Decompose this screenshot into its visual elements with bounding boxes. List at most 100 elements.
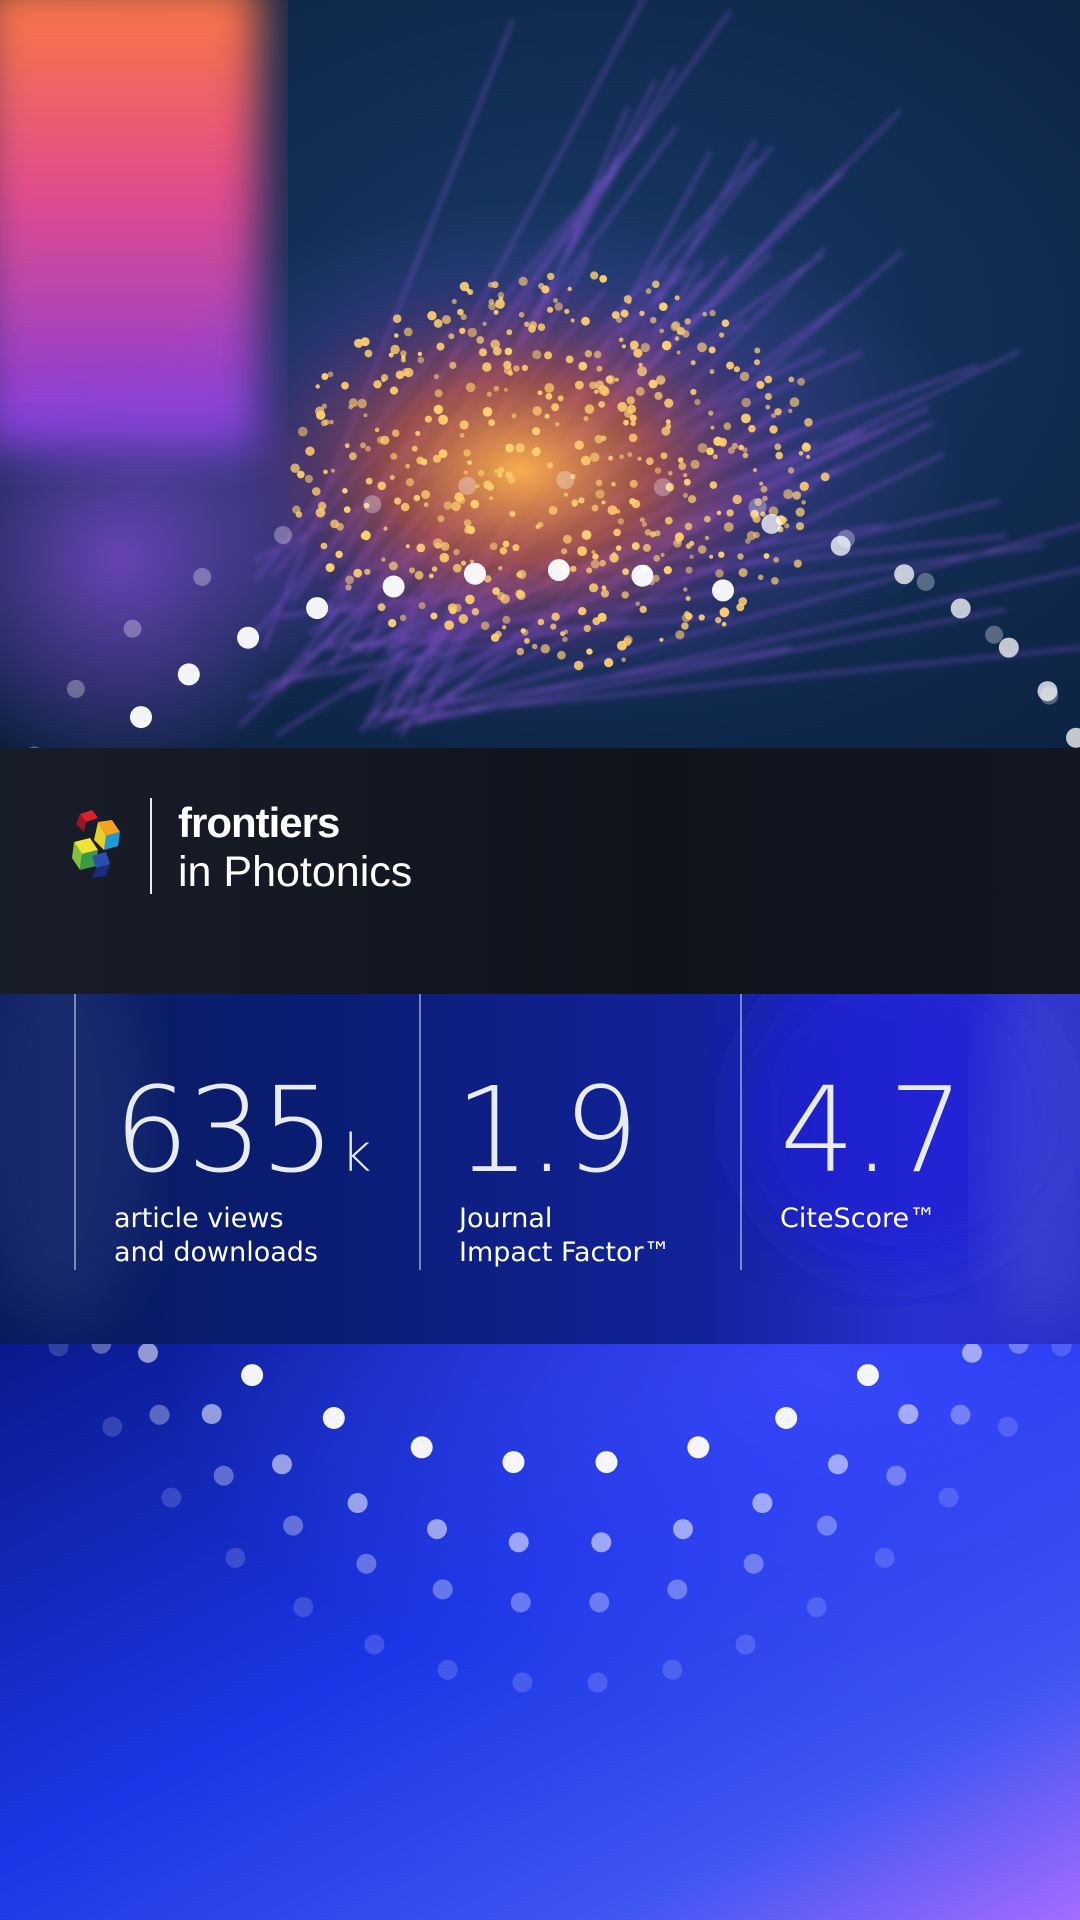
hero-dot bbox=[998, 637, 1019, 658]
fiber-tip bbox=[793, 559, 802, 568]
fiber-tip bbox=[518, 276, 528, 286]
fiber-tip bbox=[482, 321, 487, 326]
fiber-tip bbox=[784, 523, 790, 529]
wave-dot bbox=[816, 1515, 837, 1536]
wave-dot bbox=[687, 1436, 710, 1459]
fiber-tip bbox=[723, 422, 732, 431]
fiber-tip bbox=[488, 281, 494, 288]
fiber-tip bbox=[321, 373, 329, 380]
fiber-tip bbox=[436, 342, 445, 351]
fiber-tip bbox=[804, 418, 813, 427]
fiber-tip bbox=[676, 350, 681, 355]
wave-dot bbox=[950, 1404, 971, 1425]
fiber-tip bbox=[460, 560, 467, 566]
fiber-tip bbox=[748, 424, 756, 433]
fiber-tip bbox=[365, 477, 373, 485]
fiber-tip bbox=[563, 492, 569, 497]
fiber-tip bbox=[538, 282, 545, 290]
fiber-tip bbox=[537, 390, 543, 396]
fiber-tip bbox=[600, 589, 610, 598]
fiber-tip bbox=[709, 309, 716, 317]
fiber-tip bbox=[499, 547, 508, 555]
impact-factor-label-line: Impact Factor™ bbox=[459, 1237, 671, 1268]
hero-dot bbox=[66, 679, 85, 698]
fiber-tip bbox=[593, 350, 602, 359]
fiber-tip bbox=[570, 318, 575, 323]
fiber-tip bbox=[561, 548, 568, 555]
frontiers-logo-icon bbox=[72, 810, 120, 878]
hero-dot bbox=[193, 567, 212, 586]
fiber-tip bbox=[421, 490, 431, 499]
fiber-tip bbox=[360, 442, 366, 449]
fiber-tip bbox=[738, 568, 748, 578]
fiber-tip bbox=[697, 342, 707, 353]
fiber-tip bbox=[688, 495, 697, 504]
wave-dot bbox=[225, 1547, 246, 1568]
fiber-tip bbox=[344, 443, 350, 449]
fiber-tip bbox=[795, 507, 805, 517]
fiber-tip bbox=[708, 346, 716, 354]
fiber-tip bbox=[605, 375, 614, 384]
fiber-tip bbox=[733, 366, 741, 373]
fiber-tip bbox=[586, 648, 593, 655]
fiber-tip bbox=[652, 574, 660, 583]
fiber-tip bbox=[529, 321, 537, 329]
fiber-tip bbox=[774, 443, 782, 451]
fiber-tip bbox=[321, 403, 327, 409]
fiber-tip bbox=[399, 614, 407, 622]
fiber-tip bbox=[708, 410, 714, 416]
fiber-tip bbox=[618, 337, 624, 343]
fiber-tip bbox=[414, 570, 424, 580]
fiber-tip bbox=[590, 271, 599, 280]
wave-dot bbox=[589, 1592, 610, 1613]
fiber-tip bbox=[392, 314, 402, 324]
fiber-tip bbox=[723, 522, 734, 532]
fiber-tip bbox=[638, 362, 643, 367]
fiber-tip bbox=[581, 530, 592, 540]
fiber-tip bbox=[551, 403, 560, 412]
fiber-tip bbox=[624, 409, 633, 418]
wave-dot bbox=[735, 1634, 756, 1655]
fiber-tip bbox=[390, 452, 398, 460]
fiber-tip bbox=[453, 548, 460, 556]
fiber-tip bbox=[524, 321, 530, 327]
fiber-tip bbox=[400, 357, 406, 363]
fiber-tip bbox=[627, 452, 633, 457]
fiber-tip bbox=[490, 633, 500, 642]
fiber-tip bbox=[415, 431, 421, 436]
fiber-tip bbox=[353, 568, 363, 578]
hero-dot bbox=[458, 476, 477, 495]
fiber-tip bbox=[505, 443, 515, 453]
article-views-label-line: and downloads bbox=[114, 1237, 319, 1268]
fiber-tip bbox=[773, 557, 779, 563]
fiber-tip bbox=[509, 510, 516, 517]
fiber-tip bbox=[427, 311, 437, 321]
fiber-tip bbox=[511, 413, 517, 419]
fiber-tip bbox=[709, 554, 714, 559]
fiber-tip bbox=[458, 496, 466, 504]
fiber-tip bbox=[590, 559, 600, 569]
fiber-tip bbox=[551, 612, 560, 621]
fiber-tip bbox=[413, 494, 421, 502]
fiber-tip bbox=[564, 308, 570, 314]
fiber-tip bbox=[639, 310, 645, 316]
fiber-tip bbox=[405, 478, 414, 487]
fiber-tip bbox=[764, 393, 772, 400]
hero-dot bbox=[177, 663, 200, 686]
wave-dot bbox=[673, 1519, 693, 1540]
fiber-tip bbox=[439, 552, 450, 563]
wave-dot bbox=[283, 1515, 304, 1536]
fiber-tip bbox=[712, 454, 718, 460]
wave-dot bbox=[356, 1553, 377, 1574]
fiber-tip bbox=[431, 566, 438, 572]
fiber-tip bbox=[312, 487, 321, 496]
fiber-tip bbox=[620, 309, 629, 318]
fiber-tip bbox=[513, 365, 520, 372]
fiber-tip bbox=[548, 505, 558, 515]
fiber-tip bbox=[531, 643, 538, 650]
fiber-tip bbox=[685, 543, 692, 549]
fiber-tip bbox=[432, 538, 443, 549]
fiber-tip bbox=[621, 344, 626, 349]
fiber-tip bbox=[323, 469, 328, 475]
fiber-tip bbox=[678, 462, 687, 471]
